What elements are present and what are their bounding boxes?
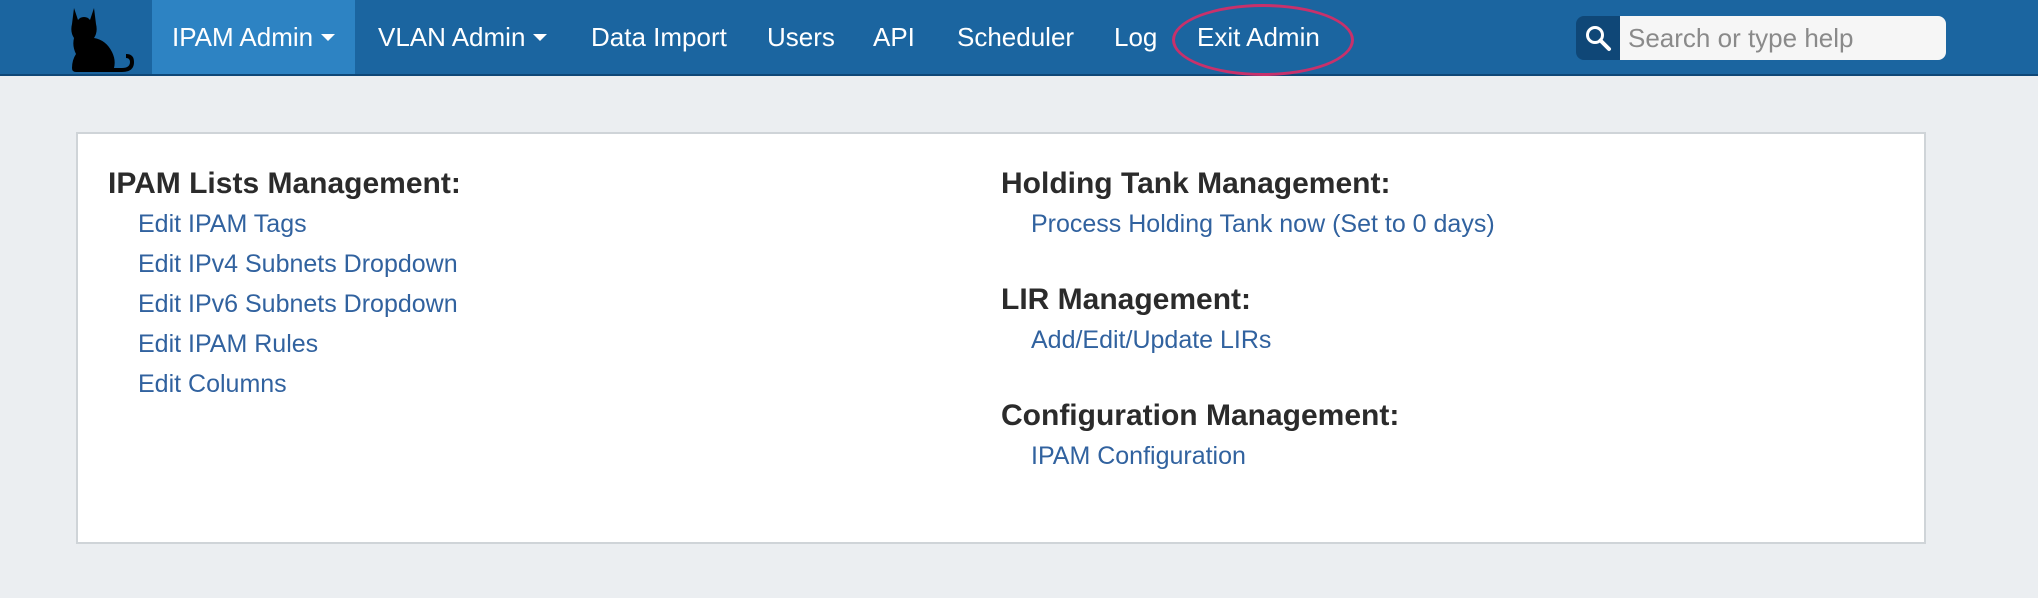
holding-tank-section: Holding Tank Management: Process Holding… xyxy=(1001,164,1495,244)
nav-data-import[interactable]: Data Import xyxy=(591,0,727,74)
nav-log[interactable]: Log xyxy=(1114,0,1157,74)
nav-users[interactable]: Users xyxy=(767,0,835,74)
link-edit-ipam-tags[interactable]: Edit IPAM Tags xyxy=(138,204,461,244)
section-title-ipam-lists: IPAM Lists Management: xyxy=(108,167,461,200)
section-title-lir: LIR Management: xyxy=(1001,283,1252,316)
cat-logo-icon[interactable] xyxy=(56,4,136,74)
search-box xyxy=(1576,16,1946,60)
link-ipam-configuration[interactable]: IPAM Configuration xyxy=(1031,436,1495,476)
link-process-holding-tank[interactable]: Process Holding Tank now (Set to 0 days) xyxy=(1031,204,1495,244)
nav-ipam-admin[interactable]: IPAM Admin xyxy=(152,0,356,74)
lir-section: LIR Management: Add/Edit/Update LIRs xyxy=(1001,280,1495,360)
link-edit-columns[interactable]: Edit Columns xyxy=(138,364,461,404)
admin-panel: IPAM Lists Management: Edit IPAM Tags Ed… xyxy=(76,132,1926,544)
configuration-section: Configuration Management: IPAM Configura… xyxy=(1001,396,1495,476)
nav-vlan-admin-label: VLAN Admin xyxy=(378,22,526,52)
section-title-configuration: Configuration Management: xyxy=(1001,399,1400,432)
top-navbar: IPAM Admin VLAN Admin Data Import Users … xyxy=(0,0,2038,76)
ipam-lists-section: IPAM Lists Management: Edit IPAM Tags Ed… xyxy=(108,164,461,404)
chevron-down-icon xyxy=(321,33,336,41)
link-edit-ipv6-subnets-dropdown[interactable]: Edit IPv6 Subnets Dropdown xyxy=(138,284,461,324)
link-add-edit-update-lirs[interactable]: Add/Edit/Update LIRs xyxy=(1031,320,1495,360)
nav-api[interactable]: API xyxy=(873,0,915,74)
nav-ipam-admin-label: IPAM Admin xyxy=(172,22,314,52)
nav-scheduler[interactable]: Scheduler xyxy=(957,0,1074,74)
search-icon[interactable] xyxy=(1576,16,1620,60)
section-title-holding-tank: Holding Tank Management: xyxy=(1001,167,1391,200)
chevron-down-icon xyxy=(533,33,548,41)
left-column: IPAM Lists Management: Edit IPAM Tags Ed… xyxy=(108,164,461,404)
link-edit-ipam-rules[interactable]: Edit IPAM Rules xyxy=(138,324,461,364)
link-edit-ipv4-subnets-dropdown[interactable]: Edit IPv4 Subnets Dropdown xyxy=(138,244,461,284)
search-input[interactable] xyxy=(1620,16,1946,60)
nav-vlan-admin[interactable]: VLAN Admin xyxy=(378,0,548,74)
right-column: Holding Tank Management: Process Holding… xyxy=(1001,164,1495,476)
nav-exit-admin[interactable]: Exit Admin xyxy=(1197,0,1320,74)
